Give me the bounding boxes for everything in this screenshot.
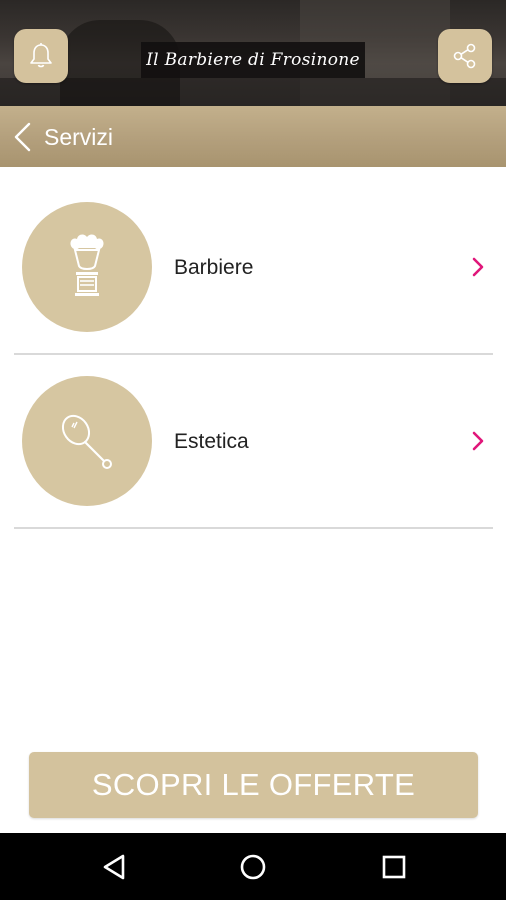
- chevron-right-icon: [472, 431, 484, 451]
- hand-mirror-icon: [61, 414, 112, 469]
- divider: [14, 353, 493, 355]
- discover-offers-button[interactable]: SCOPRI LE OFFERTE: [29, 752, 478, 818]
- nav-home-icon[interactable]: [237, 851, 269, 883]
- notifications-button[interactable]: [14, 29, 68, 83]
- service-icon-circle: [22, 376, 152, 506]
- app-header: Il Barbiere di Frosinone: [0, 0, 506, 106]
- list-item-barbiere[interactable]: Barbiere: [0, 182, 506, 356]
- back-button[interactable]: [12, 122, 34, 152]
- nav-back-icon[interactable]: [99, 851, 131, 883]
- share-icon: [453, 43, 476, 69]
- list-item-estetica[interactable]: Estetica: [0, 356, 506, 530]
- service-label: Barbiere: [174, 256, 254, 279]
- logo-text: Il Barbiere di Frosinone: [146, 50, 360, 70]
- chevron-right-icon: [472, 257, 484, 277]
- system-navigation-bar: [0, 833, 506, 900]
- nav-recent-apps-icon[interactable]: [378, 851, 410, 883]
- page-title: Servizi: [44, 124, 114, 150]
- share-button[interactable]: [438, 29, 492, 83]
- bell-icon: [30, 43, 52, 68]
- service-icon-circle: [22, 202, 152, 332]
- service-label: Estetica: [174, 430, 249, 453]
- app-logo: Il Barbiere di Frosinone: [141, 42, 365, 78]
- title-bar: Servizi: [0, 106, 506, 167]
- shaving-brush-icon: [70, 234, 104, 296]
- header-background-shade: [0, 78, 506, 106]
- divider: [14, 527, 493, 529]
